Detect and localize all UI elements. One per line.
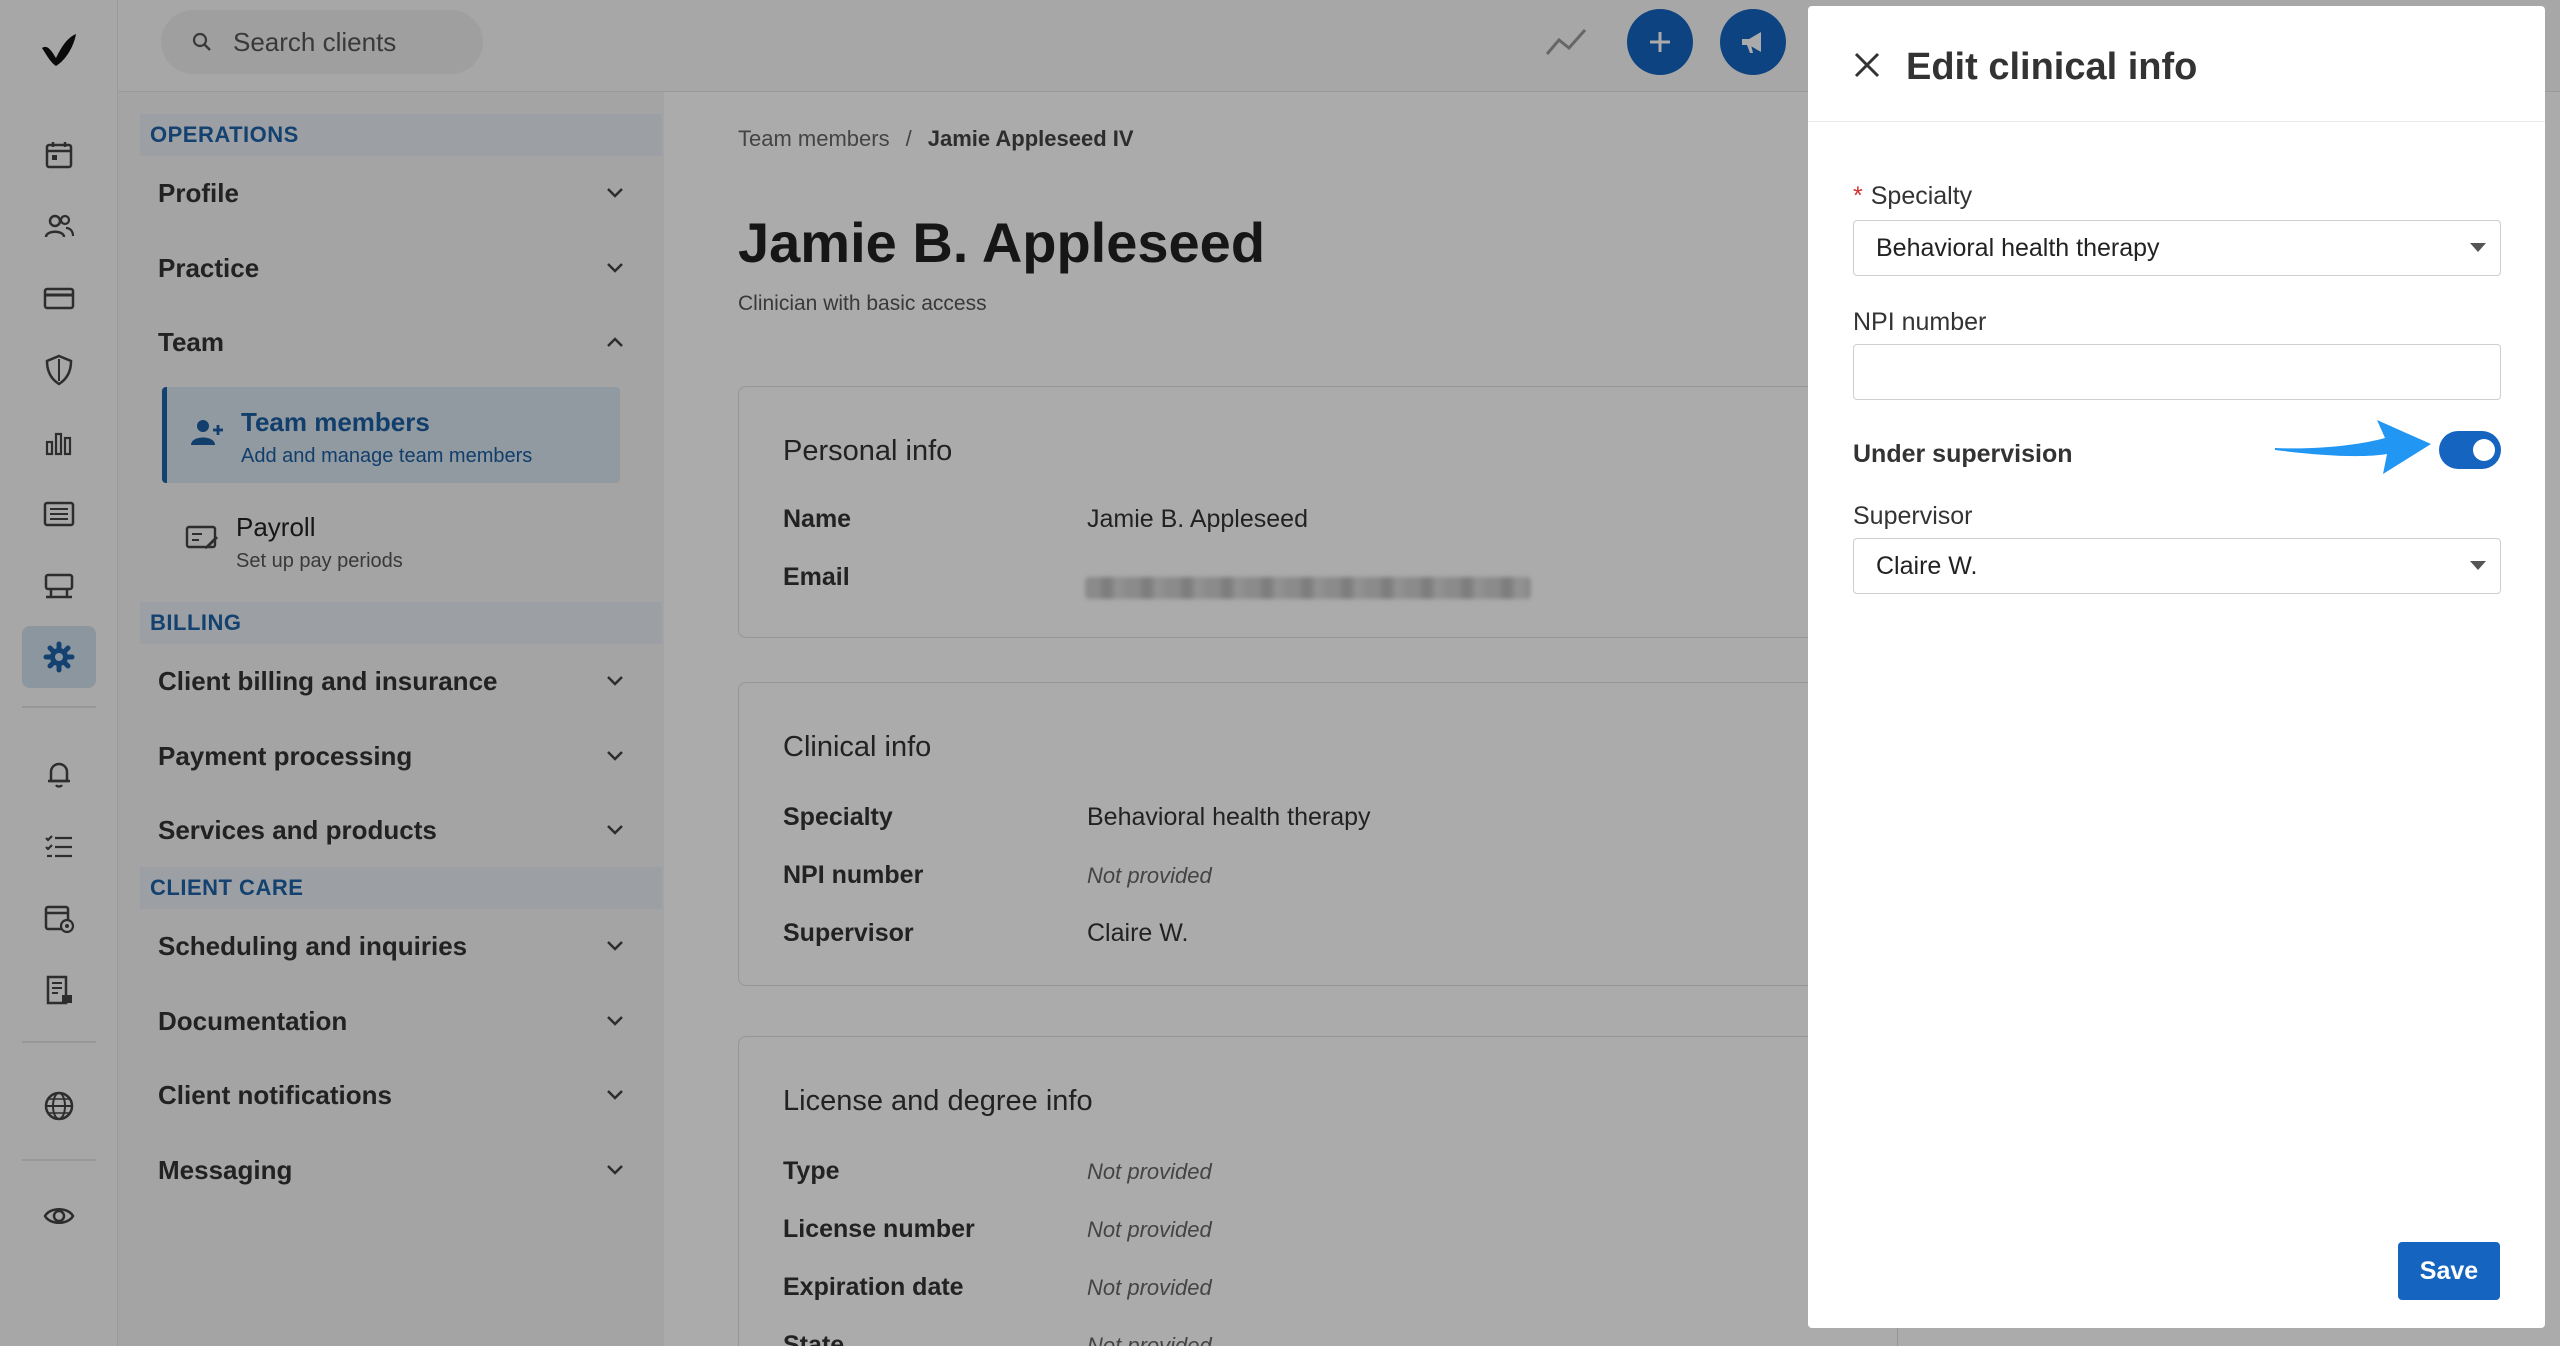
annotation-arrow-icon: [2275, 420, 2431, 474]
required-marker: *: [1853, 182, 1863, 210]
under-supervision-toggle[interactable]: [2439, 431, 2501, 469]
specialty-field-label-text: Specialty: [1870, 182, 1973, 210]
npi-input[interactable]: [1853, 344, 2501, 400]
edit-clinical-info-drawer: Edit clinical info * Specialty Behavioral…: [1808, 6, 2545, 1328]
caret-down-icon: [2470, 561, 2486, 570]
caret-down-icon: [2470, 243, 2486, 252]
toggle-knob: [2473, 439, 2495, 461]
specialty-field-label: * Specialty: [1853, 182, 1972, 211]
supervisor-select-value: Claire W.: [1876, 551, 1978, 580]
drawer-header: Edit clinical info: [1808, 6, 2545, 122]
drawer-title: Edit clinical info: [1906, 46, 2198, 88]
supervisor-field-label: Supervisor: [1853, 502, 1973, 530]
npi-field-label: NPI number: [1853, 308, 1987, 336]
under-supervision-label: Under supervision: [1853, 440, 2073, 468]
supervisor-select[interactable]: Claire W.: [1853, 538, 2501, 594]
close-icon[interactable]: [1850, 48, 1884, 82]
specialty-select-value: Behavioral health therapy: [1876, 233, 2160, 262]
specialty-select[interactable]: Behavioral health therapy: [1853, 220, 2501, 276]
save-button[interactable]: Save: [2398, 1242, 2500, 1300]
